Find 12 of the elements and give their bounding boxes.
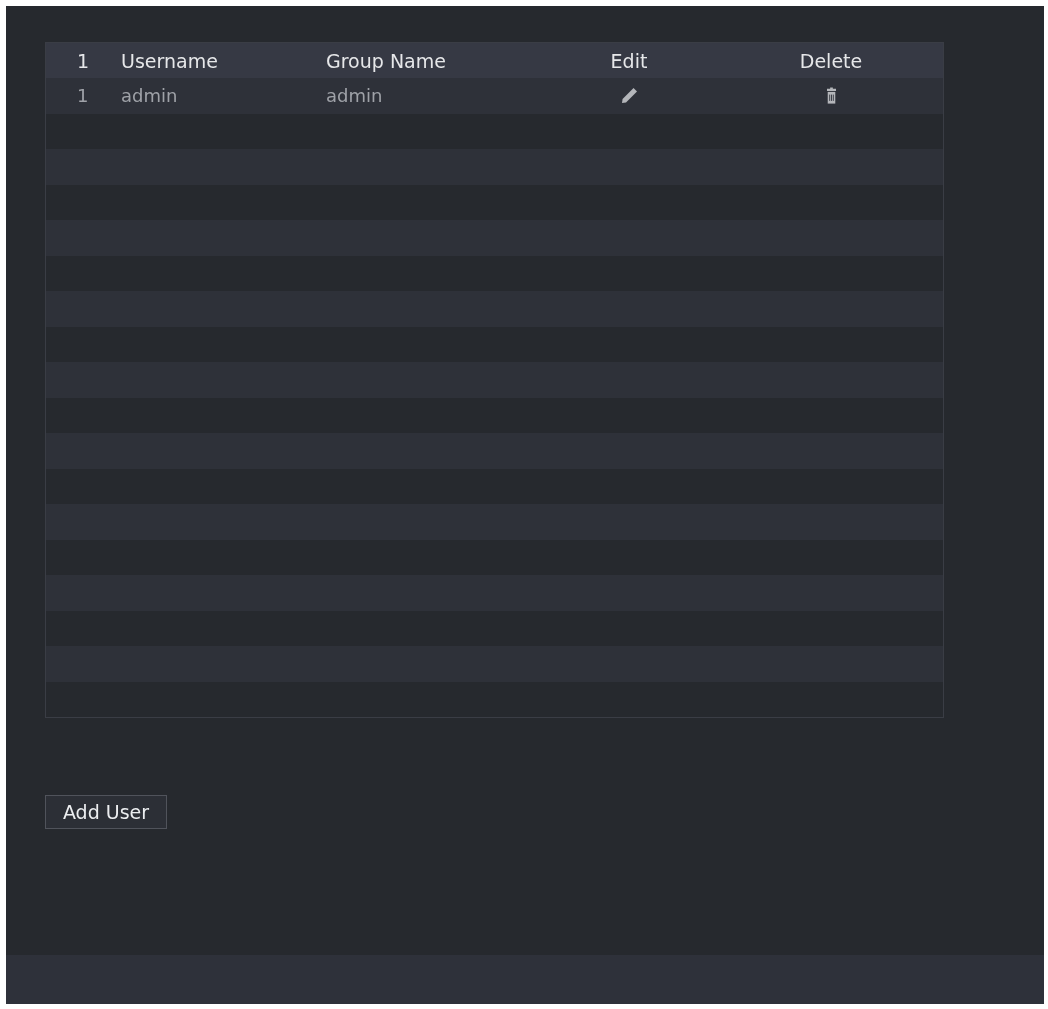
add-user-button[interactable]: Add User [45, 795, 167, 829]
table-row[interactable]: 1 admin admin [46, 78, 943, 114]
trash-icon[interactable] [826, 87, 836, 105]
column-header: Username [121, 49, 218, 72]
column-header: Edit [610, 49, 648, 72]
column-header: Delete [799, 49, 863, 72]
table-cell: 1 [77, 85, 89, 107]
table-cell: admin [121, 85, 178, 107]
pencil-icon[interactable] [621, 88, 637, 104]
table-cell: admin [326, 85, 383, 107]
column-header: 1 [77, 49, 90, 72]
column-header: Group Name [326, 49, 446, 72]
